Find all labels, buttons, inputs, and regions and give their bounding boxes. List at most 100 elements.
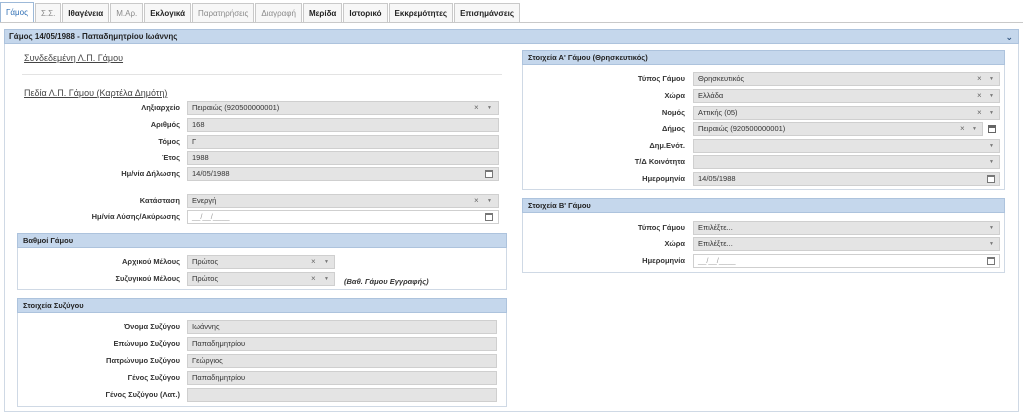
spouse-panel-header: Στοιχεία Συζύγου [17,298,507,313]
chevron-down-icon[interactable]: ▼ [972,123,977,135]
marriage-b-country-label: Χώρα [664,239,686,248]
marriage-b-type-select[interactable]: Επιλέξτε... ▼ [693,221,1000,235]
chevron-down-icon[interactable]: ▼ [324,256,329,268]
tab-remarks[interactable]: Παρατηρήσεις [192,3,255,22]
status-value: Ενεργή [192,196,217,205]
chevron-down-icon[interactable]: ▼ [487,195,492,207]
tab-electoral[interactable]: Εκλογικά [144,3,192,22]
spouse-name-field[interactable]: Ιωάννης [187,320,497,334]
calendar-icon[interactable] [987,175,995,183]
status-select[interactable]: Ενεργή × ▼ [187,194,499,208]
spouse-father-field[interactable]: Γεώργιος [187,354,497,368]
marriage-a-date-field[interactable]: 14/05/1988 [693,172,1000,186]
tab-ss[interactable]: Σ.Σ. [34,3,62,22]
divider [22,74,502,75]
marriage-a-municipality-select[interactable]: Πειραιώς (920500000001) × ▼ [693,122,983,136]
calendar-icon[interactable] [987,257,995,265]
marriage-a-type-select[interactable]: Θρησκευτικός × ▼ [693,72,1000,86]
marriage-a-country-value: Ελλάδα [698,91,724,100]
clear-icon[interactable]: × [977,73,982,85]
marriage-b-type-label: Τύπος Γάμου [637,223,685,232]
spouse-surname-field[interactable]: Παπαδημητρίου [187,337,497,351]
dissolution-date-field[interactable]: __/__/____ [187,210,499,224]
degree-note: (Βαθ. Γάμου Εγγραφής) [344,277,429,286]
tabs-divider [0,22,1023,23]
linked-record-link[interactable]: Συνδεδεμένη Λ.Π. Γάμου [24,53,123,63]
chevron-down-icon[interactable]: ▼ [989,73,994,85]
marriage-b-panel-header: Στοιχεία Β' Γάμου [522,198,1005,213]
status-label: Κατάσταση [139,196,180,205]
marriage-b-date-label: Ημερομηνία [642,256,685,265]
clear-icon[interactable]: × [311,256,316,268]
calendar-icon[interactable] [485,170,493,178]
dissolution-date-value: __/__/____ [192,212,230,221]
calendar-icon[interactable] [485,213,493,221]
spouse-member-label: Συζυγικού Μέλους [115,274,180,283]
marriage-b-country-select[interactable]: Επιλέξτε... ▼ [693,237,1000,251]
record-fields-link[interactable]: Πεδία Λ.Π. Γάμου (Καρτέλα Δημότη) [24,88,167,98]
marriage-a-date-value: 14/05/1988 [698,174,736,183]
chevron-down-icon[interactable]: ▼ [989,156,994,168]
chevron-down-icon[interactable]: ▼ [989,222,994,234]
tab-merida[interactable]: Μερίδα [302,3,343,22]
chevron-down-icon[interactable]: ▼ [989,90,994,102]
spouse-father-label: Πατρώνυμο Συζύγου [106,356,180,365]
clear-icon[interactable]: × [977,107,982,119]
spouse-genus-lat-field[interactable] [187,388,497,402]
chevron-down-icon[interactable]: ▼ [989,238,994,250]
spouse-genus-lat-label: Γένος Συζύγου (Λατ.) [105,390,180,399]
tab-deletion[interactable]: Διαγραφή [255,3,302,22]
collapse-chevron-icon[interactable]: ⌄ [1005,30,1013,44]
tab-pending[interactable]: Εκκρεμότητες [388,3,454,22]
marriage-b-country-value: Επιλέξτε... [698,239,733,248]
marriage-a-country-select[interactable]: Ελλάδα × ▼ [693,89,1000,103]
tab-marriage[interactable]: Γάμος [0,2,34,22]
registry-select[interactable]: Πειραιώς (920500000001) × ▼ [187,101,499,115]
list-icon[interactable] [988,125,996,133]
original-member-select[interactable]: Πρώτος × ▼ [187,255,335,269]
marriage-a-prefecture-select[interactable]: Αττικής (05) × ▼ [693,106,1000,120]
original-member-value: Πρώτος [192,257,219,266]
declaration-date-value: 14/05/1988 [192,169,230,178]
marriage-a-prefecture-label: Νομός [661,108,685,117]
declaration-date-field[interactable]: 14/05/1988 [187,167,499,181]
tab-bar: Γάμος Σ.Σ. Ιθαγένεια Μ.Αρ. Εκλογικά Παρα… [0,2,521,22]
clear-icon[interactable]: × [474,195,479,207]
clear-icon[interactable]: × [311,273,316,285]
tab-mar[interactable]: Μ.Αρ. [110,3,144,22]
marriage-a-unit-label: Δημ.Ενότ. [649,141,685,150]
marriage-a-municipality-value: Πειραιώς (920500000001) [698,124,786,133]
volume-label: Τόμος [158,137,180,146]
marriage-header[interactable]: Γάμος 14/05/1988 - Παπαδημητρίου Ιωάννης… [4,29,1019,44]
volume-field[interactable]: Γ [187,135,499,149]
tab-history[interactable]: Ιστορικό [343,3,388,22]
marriage-a-type-value: Θρησκευτικός [698,74,745,83]
number-field[interactable]: 168 [187,118,499,132]
tab-flags[interactable]: Επισημάνσεις [454,3,521,22]
marriage-a-country-label: Χώρα [664,91,686,100]
chevron-down-icon[interactable]: ▼ [989,107,994,119]
clear-icon[interactable]: × [977,90,982,102]
tab-citizenship[interactable]: Ιθαγένεια [62,3,110,22]
spouse-member-value: Πρώτος [192,274,219,283]
marriage-b-date-field[interactable]: __/__/____ [693,254,1000,268]
spouse-genus-field[interactable]: Παπαδημητρίου [187,371,497,385]
marriage-a-community-select[interactable]: ▼ [693,155,1000,169]
marriage-a-type-label: Τύπος Γάμου [637,74,685,83]
dissolution-date-label: Ημ/νία Λύσης/Ακύρωσης [91,212,180,221]
clear-icon[interactable]: × [474,102,479,114]
clear-icon[interactable]: × [960,123,965,135]
marriage-b-type-value: Επιλέξτε... [698,223,733,232]
spouse-member-select[interactable]: Πρώτος × ▼ [187,272,335,286]
chevron-down-icon[interactable]: ▼ [324,273,329,285]
marriage-a-unit-select[interactable]: ▼ [693,139,1000,153]
marriage-header-title: Γάμος 14/05/1988 - Παπαδημητρίου Ιωάννης [9,32,178,41]
spouse-surname-label: Επώνυμο Συζύγου [113,339,180,348]
registry-label: Ληξιαρχείο [141,103,180,112]
chevron-down-icon[interactable]: ▼ [989,140,994,152]
year-field[interactable]: 1988 [187,151,499,165]
marriage-a-prefecture-value: Αττικής (05) [698,108,738,117]
declaration-date-label: Ημ/νία Δήλωσης [121,169,180,178]
year-label: Έτος [161,153,180,162]
chevron-down-icon[interactable]: ▼ [487,102,492,114]
